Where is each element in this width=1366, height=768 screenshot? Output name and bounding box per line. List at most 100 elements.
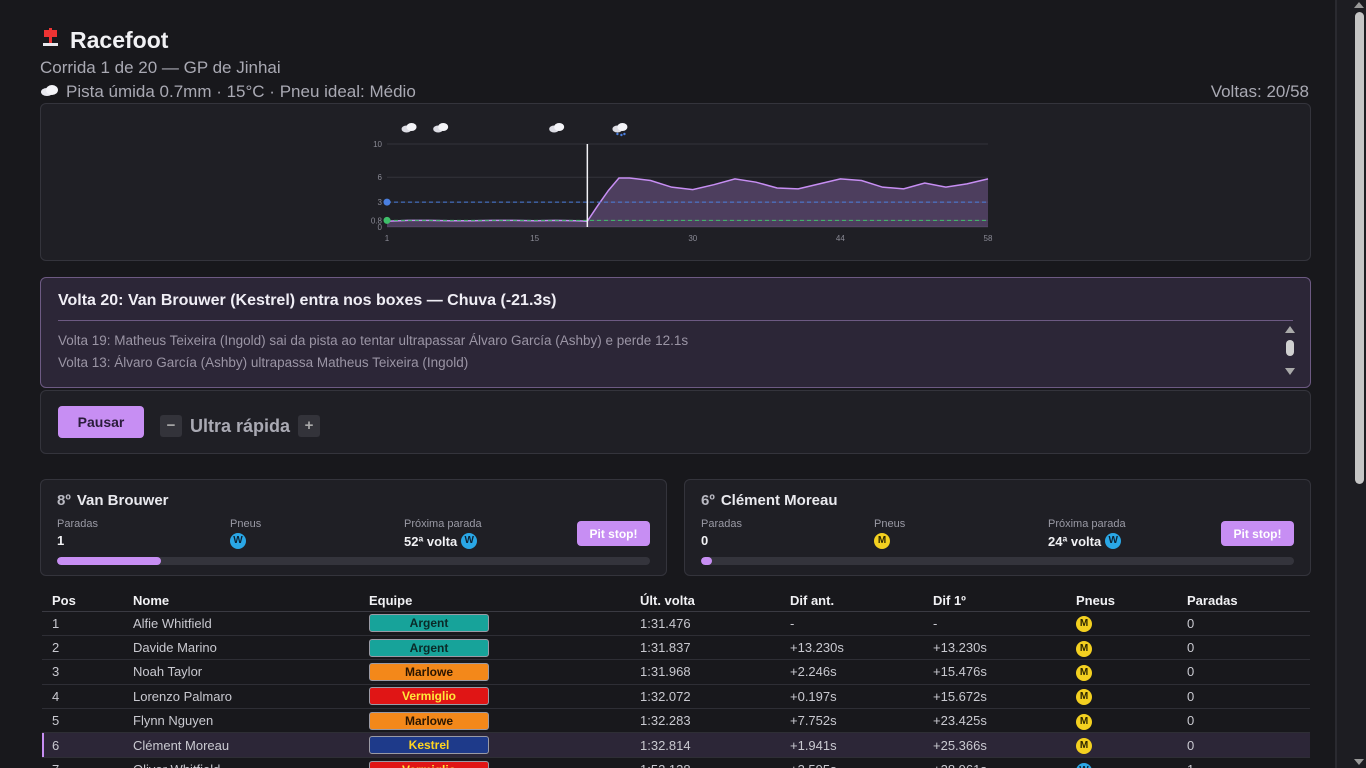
table-row[interactable]: 6 Clément Moreau Kestrel 1:32.814 +1.941s +25… (42, 732, 1310, 758)
pit-stop-button[interactable]: Pit stop! (577, 521, 650, 546)
table-row[interactable]: 5 Flynn Nguyen Marlowe 1:32.283 +7.752s +23.4… (42, 708, 1310, 734)
next-stop-stat: Próxima parada 24ª volta W (1048, 518, 1126, 549)
driver-name-cell: Alfie Whitfield (123, 611, 359, 636)
pos-cell: 3 (42, 659, 123, 685)
speed-control: − Ultra rápida + (160, 415, 321, 437)
wet-tyre-icon: W (230, 533, 246, 549)
gap-leader-cell: +15.476s (923, 659, 1066, 685)
app-title: Racefoot (70, 26, 169, 53)
y-tick-label: 10 (373, 140, 382, 149)
next-stop-label: Próxima parada (1048, 518, 1126, 530)
scroll-up-icon[interactable] (1354, 2, 1364, 8)
race-progress-bar (701, 557, 1294, 565)
scroll-down-icon[interactable] (1354, 759, 1364, 765)
tyre-cell: M (1066, 659, 1177, 685)
driver-name-cell: Lorenzo Palmaro (123, 684, 359, 710)
medium-tyre-icon: M (1076, 640, 1092, 657)
wet-tyre-icon: W (1105, 533, 1122, 549)
medium-tyre-icon: M (1076, 689, 1092, 706)
pit-stop-button[interactable]: Pit stop! (1221, 521, 1294, 546)
cloud-icon (406, 123, 417, 131)
log-entries[interactable]: Volta 19: Matheus Teixeira (Ingold) sai … (58, 330, 688, 374)
driver-title: 8º Van Brouwer (57, 492, 169, 509)
medium-tyre-icon: M (1076, 738, 1092, 755)
driver-name: Clément Moreau (720, 492, 838, 509)
speed-decrease-button[interactable]: − (160, 415, 182, 437)
next-stop-value: 24ª volta (1048, 533, 1102, 549)
track-wetness-chart: 10 6 3 0.8 0 1 15 30 44 58 (40, 103, 1311, 261)
y-tick-label: 0 (378, 223, 383, 232)
pos-cell: 2 (42, 635, 123, 661)
team-cell: Kestrel (359, 732, 630, 758)
team-badge: Kestrel (369, 736, 489, 755)
x-tick-label: 58 (984, 234, 993, 243)
last-lap-cell: 1:32.814 (630, 732, 780, 758)
pos-cell: 7 (42, 757, 123, 768)
tyre-cell: M (1066, 708, 1177, 734)
stops-cell: 0 (1177, 635, 1310, 661)
page-scrollbar[interactable] (1336, 0, 1366, 768)
team-badge: Marlowe (369, 662, 489, 681)
table-header-row: Pos Nome Equipe Últ. volta Dif ant. Dif … (42, 591, 1310, 612)
scroll-down-icon[interactable] (1285, 368, 1295, 375)
gap-leader-cell: +28.961s (923, 757, 1066, 768)
log-scrollbar[interactable] (1284, 326, 1298, 376)
last-lap-cell: 1:31.476 (630, 611, 780, 636)
y-tick-label: 6 (378, 173, 383, 182)
team-badge: Argent (369, 638, 489, 657)
col-header: Equipe (359, 591, 630, 612)
gap-leader-cell: +23.425s (923, 708, 1066, 734)
medium-tyre-icon: M (874, 533, 890, 549)
table-row[interactable]: 2 Davide Marino Argent 1:31.837 +13.230s +13.… (42, 635, 1310, 661)
stops-cell: 1 (1177, 757, 1310, 768)
gap-ahead-cell: +13.230s (780, 635, 923, 661)
team-badge: Argent (369, 614, 489, 633)
stops-cell: 0 (1177, 684, 1310, 710)
driver-name-cell: Noah Taylor (123, 659, 359, 685)
race-flag-icon (40, 26, 62, 54)
team-cell: Marlowe (359, 708, 630, 734)
col-header: Nome (123, 591, 359, 612)
stops-value: 1 (57, 533, 65, 548)
table-row[interactable]: 7Oliver Whitfield Vermiglio 1:52.138+3.595… (42, 757, 1310, 768)
gap-ahead-cell: +7.752s (780, 708, 923, 734)
stops-label: Paradas (57, 518, 98, 530)
race-log: Volta 20: Van Brouwer (Kestrel) entra no… (40, 277, 1311, 388)
y-tick-label: 3 (378, 198, 383, 207)
speed-increase-button[interactable]: + (298, 415, 321, 437)
log-headline: Volta 20: Van Brouwer (Kestrel) entra no… (58, 292, 557, 309)
gap-ahead-cell: +0.197s (780, 684, 923, 710)
cloud-icon (40, 82, 60, 102)
team-cell: Marlowe (359, 659, 630, 685)
medium-tyre-icon: M (1076, 616, 1092, 633)
driver-name-cell: Flynn Nguyen (123, 708, 359, 734)
team-cell: Vermiglio (359, 757, 630, 768)
team-cell: Argent (359, 635, 630, 661)
driver-name-cell: Oliver Whitfield (123, 757, 359, 768)
scroll-thumb[interactable] (1355, 12, 1364, 484)
pos-cell: 1 (42, 611, 123, 636)
progress-fill (57, 557, 161, 565)
gap-ahead-cell: +2.246s (780, 659, 923, 685)
tyres-stat: Pneus W (230, 518, 261, 549)
gap-leader-cell: +25.366s (923, 732, 1066, 758)
next-stop-value: 52ª volta (404, 533, 458, 549)
pause-button[interactable]: Pausar (58, 406, 144, 438)
cloud-icon (554, 123, 565, 131)
rain-drop (620, 133, 623, 137)
tyre-cell: M (1066, 732, 1177, 758)
log-entry: Volta 13: Álvaro García (Ashby) ultrapas… (58, 355, 469, 370)
stops-cell: 0 (1177, 611, 1310, 636)
log-divider (58, 320, 1293, 321)
team-cell: Argent (359, 611, 630, 636)
table-row[interactable]: 3 Noah Taylor Marlowe 1:31.968 +2.246s +15.47… (42, 659, 1310, 685)
wet-tyre-icon: W (1076, 762, 1092, 768)
table-row[interactable]: 4 Lorenzo Palmaro Vermiglio 1:32.072 +0.197s… (42, 684, 1310, 710)
scroll-thumb[interactable] (1286, 340, 1294, 356)
standings-table: Pos Nome Equipe Últ. volta Dif ant. Dif … (42, 591, 1310, 768)
wet-tyre-icon: W (461, 533, 478, 549)
scroll-up-icon[interactable] (1285, 326, 1295, 333)
table-row[interactable]: 1 Alfie Whitfield Argent 1:31.476- - M 0 (42, 611, 1310, 636)
gap-ahead-cell: - (780, 611, 923, 636)
page: Racefoot Corrida 1 de 20 — GP de Jinhai … (0, 0, 1336, 768)
